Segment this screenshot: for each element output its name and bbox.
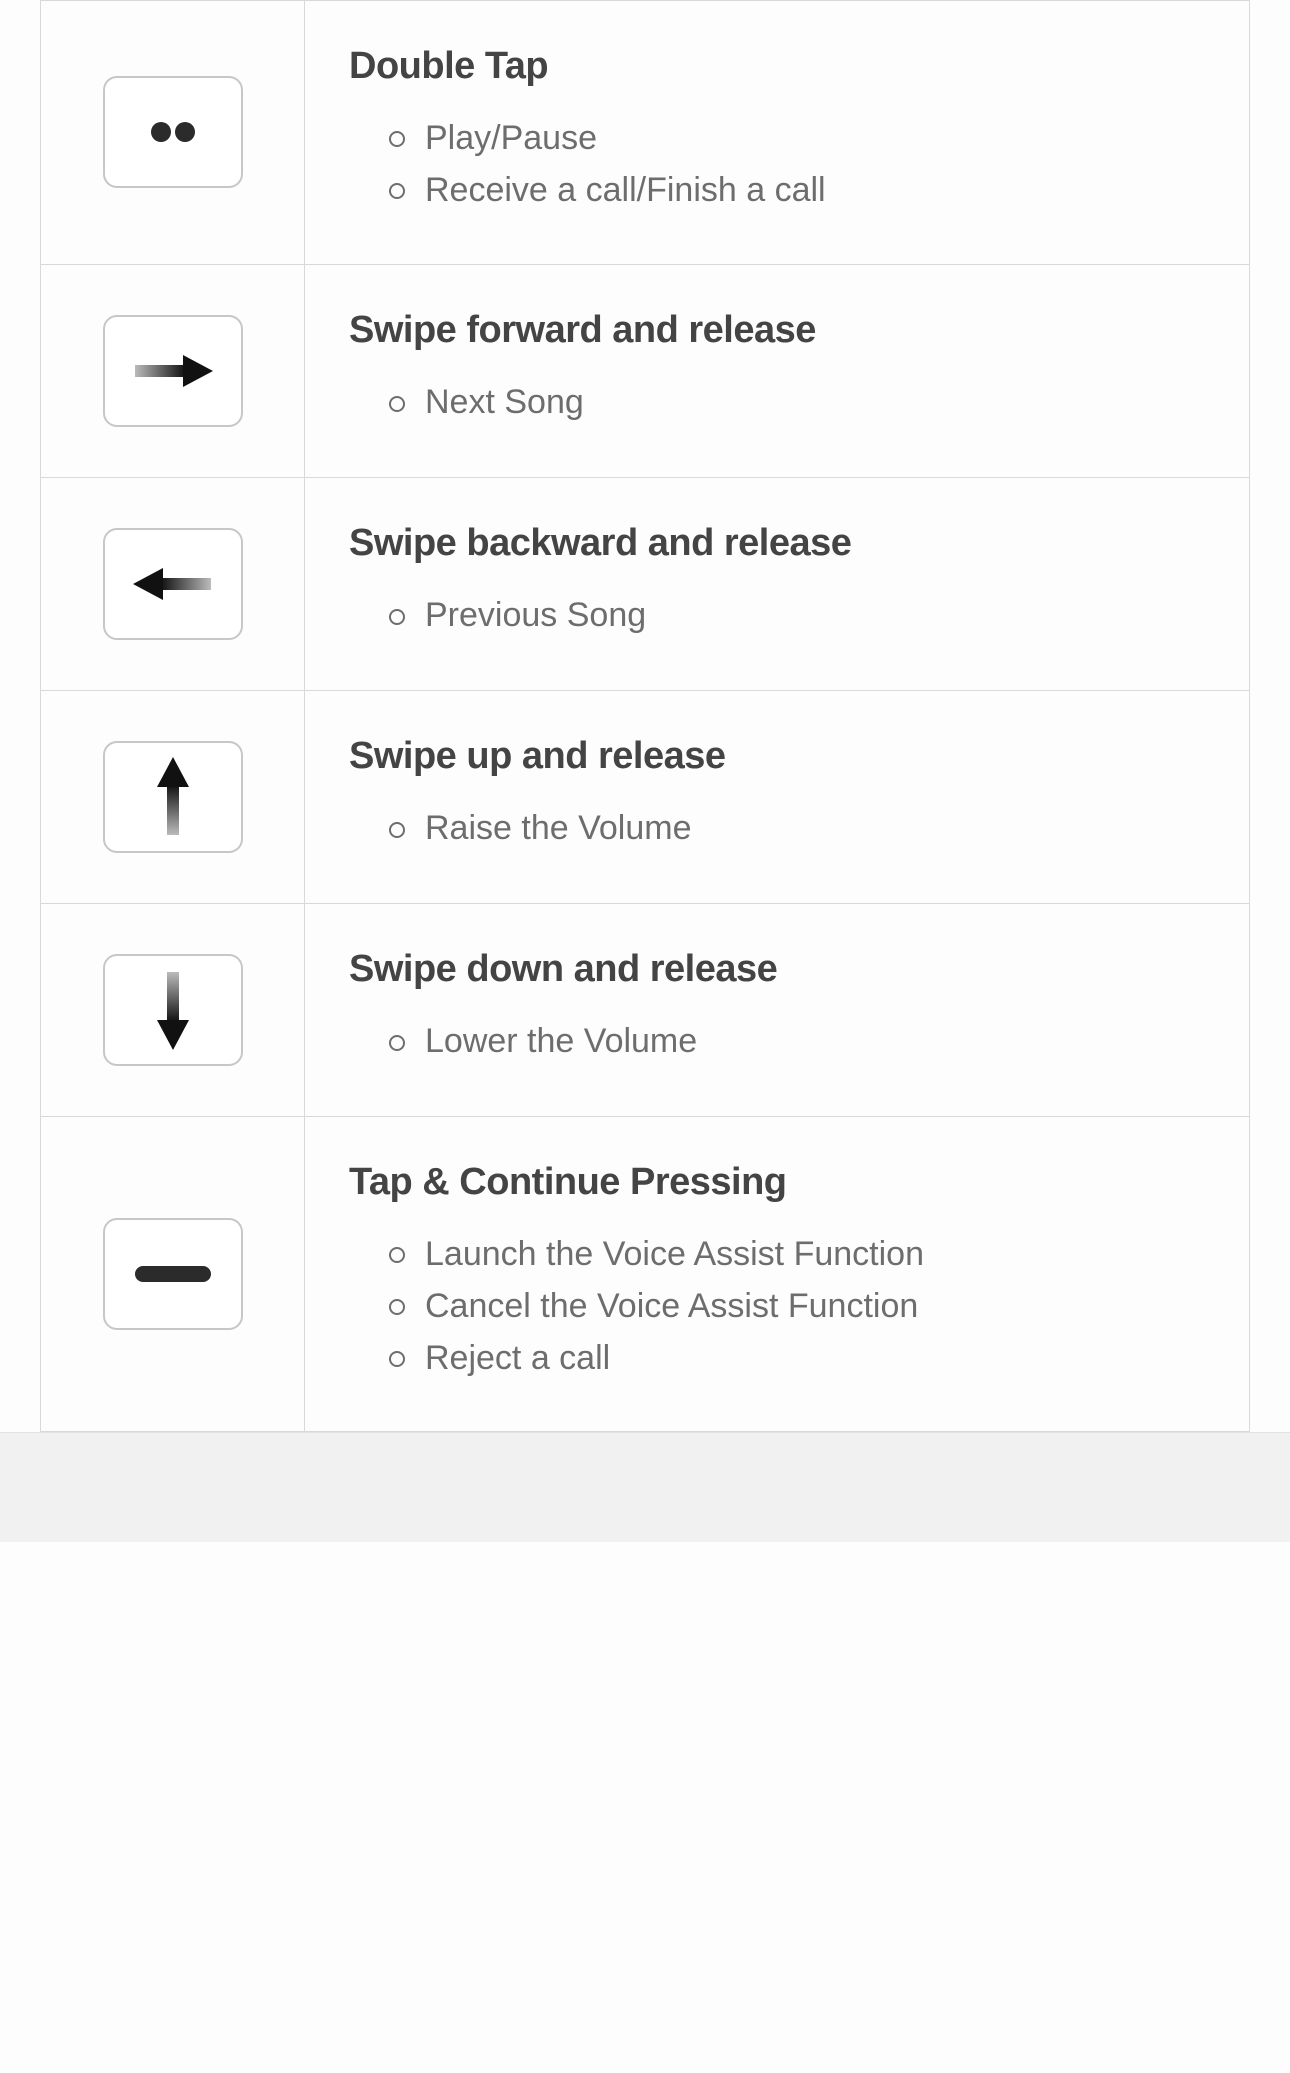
gesture-text-cell: Swipe forward and release Next Song [305, 264, 1250, 477]
gesture-row: Double Tap Play/Pause Receive a call/Fin… [41, 1, 1250, 265]
gesture-action: Launch the Voice Assist Function [389, 1232, 1209, 1278]
gesture-action-list: Raise the Volume [349, 806, 1209, 852]
gesture-row: Swipe forward and release Next Song [41, 264, 1250, 477]
gesture-row: Swipe down and release Lower the Volume [41, 903, 1250, 1116]
gesture-action: Receive a call/Finish a call [389, 168, 1209, 214]
gesture-action: Cancel the Voice Assist Function [389, 1284, 1209, 1330]
tap-hold-icon [103, 1218, 243, 1330]
gesture-action: Previous Song [389, 593, 1209, 639]
gesture-icon-cell [41, 1116, 305, 1432]
gesture-action: Raise the Volume [389, 806, 1209, 852]
gesture-text-cell: Double Tap Play/Pause Receive a call/Fin… [305, 1, 1250, 265]
gesture-title: Swipe forward and release [349, 309, 1209, 352]
gesture-action-list: Next Song [349, 380, 1209, 426]
gesture-title: Tap & Continue Pressing [349, 1161, 1209, 1204]
gesture-text-cell: Swipe up and release Raise the Volume [305, 690, 1250, 903]
gesture-row: Swipe backward and release Previous Song [41, 477, 1250, 690]
swipe-up-icon [103, 741, 243, 853]
gesture-title: Swipe down and release [349, 948, 1209, 991]
gesture-icon-cell [41, 477, 305, 690]
gesture-action-list: Play/Pause Receive a call/Finish a call [349, 116, 1209, 214]
gesture-action: Reject a call [389, 1336, 1209, 1382]
gesture-row: Swipe up and release Raise the Volume [41, 690, 1250, 903]
gesture-action-list: Launch the Voice Assist Function Cancel … [349, 1232, 1209, 1382]
gesture-action: Play/Pause [389, 116, 1209, 162]
gesture-action: Next Song [389, 380, 1209, 426]
gesture-text-cell: Swipe backward and release Previous Song [305, 477, 1250, 690]
gesture-title: Swipe backward and release [349, 522, 1209, 565]
gesture-title: Double Tap [349, 45, 1209, 88]
swipe-backward-icon [103, 528, 243, 640]
double-tap-icon [103, 76, 243, 188]
swipe-down-icon [103, 954, 243, 1066]
swipe-forward-icon [103, 315, 243, 427]
gesture-action: Lower the Volume [389, 1019, 1209, 1065]
gesture-title: Swipe up and release [349, 735, 1209, 778]
gesture-action-list: Previous Song [349, 593, 1209, 639]
gesture-text-cell: Swipe down and release Lower the Volume [305, 903, 1250, 1116]
footer-strip [0, 1432, 1290, 1542]
gesture-action-list: Lower the Volume [349, 1019, 1209, 1065]
gesture-icon-cell [41, 1, 305, 265]
gesture-icon-cell [41, 903, 305, 1116]
gesture-text-cell: Tap & Continue Pressing Launch the Voice… [305, 1116, 1250, 1432]
gesture-icon-cell [41, 690, 305, 903]
gesture-table: Double Tap Play/Pause Receive a call/Fin… [40, 0, 1250, 1432]
gesture-icon-cell [41, 264, 305, 477]
gesture-row: Tap & Continue Pressing Launch the Voice… [41, 1116, 1250, 1432]
